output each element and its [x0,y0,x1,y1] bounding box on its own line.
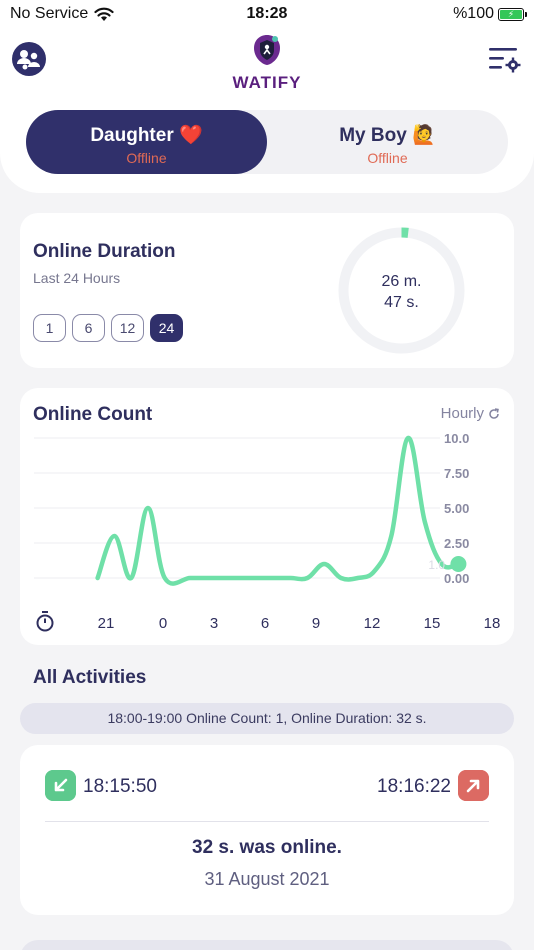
top-panel: WATIFY Daughter ❤️ Offline My Boy 🙋 Offl… [0,28,534,193]
duration-value: 26 m. 47 s. [336,271,467,313]
profile-name: My Boy 🙋 [339,125,436,146]
period-chip-12[interactable]: 12 [111,314,144,342]
battery-icon: ⚡ [498,7,527,21]
stopwatch-icon [36,611,54,632]
brand-name: WATIFY [232,73,302,92]
period-chip-1[interactable]: 1 [33,314,66,342]
period-selector: 1 6 12 24 [33,314,183,342]
y-tick-label: 7.50 [444,466,469,481]
activity-card[interactable]: 18:15:50 18:16:22 32 s. was online. 31 A… [20,745,514,915]
activity-start-time: 18:15:50 [83,776,157,797]
x-tick-label: 12 [364,615,381,632]
duration-minutes: 26 m. [381,273,422,290]
online-count-chart: 10.0 7.50 5.00 2.50 0.001.0 21 0 3 6 9 12 15 18 [34,431,501,632]
period-chip-6[interactable]: 6 [72,314,105,342]
battery-status: %100 ⚡ [453,5,527,23]
online-duration-subtitle: Last 24 Hours [33,270,121,286]
all-activities-title: All Activities [33,667,147,688]
activity-duration: 32 s. was online. [192,837,342,858]
highlight-value-label: 1.0 [428,558,445,572]
next-activity-card[interactable] [20,940,514,950]
online-duration-card: Online Duration Last 24 Hours 1 6 12 24 … [20,213,514,368]
profile-tab-daughter[interactable]: Daughter ❤️ Offline [26,110,267,174]
profile-tab-my-boy[interactable]: My Boy 🙋 Offline [267,110,508,174]
online-count-card: Online Count Hourly 10.0 7.50 5.00 2.50 0.00… [20,388,514,645]
y-tick-label: 2.50 [444,536,469,551]
x-tick-label: 6 [261,615,269,632]
activity-divider [45,821,489,822]
x-tick-label: 9 [312,615,320,632]
y-tick-label: 0.00 [444,571,469,586]
x-tick-label: 15 [424,615,441,632]
duration-seconds: 47 s. [384,294,419,311]
profile-name: Daughter ❤️ [90,125,203,146]
battery-percent: %100 [453,5,494,22]
arrow-in-icon [45,770,76,801]
y-tick-label: 10.0 [444,431,469,446]
profile-status: Offline [126,150,167,166]
period-chip-24[interactable]: 24 [150,314,183,342]
y-tick-label: 5.00 [444,501,469,516]
activity-date: 31 August 2021 [204,869,330,889]
x-tick-label: 3 [210,615,218,632]
online-duration-title: Online Duration [33,241,176,262]
arrow-out-icon [458,770,489,801]
app-logo: WATIFY [0,32,534,93]
series-line [95,435,461,586]
profile-switcher: Daughter ❤️ Offline My Boy 🙋 Offline [26,110,508,174]
activity-end-time: 18:16:22 [377,776,451,797]
status-bar: No Service 18:28 %100 ⚡ [0,0,534,28]
highlight-point [450,556,467,572]
profile-status: Offline [367,150,408,166]
settings-menu-icon[interactable] [486,44,522,76]
hour-summary: 18:00-19:00 Online Count: 1, Online Dura… [20,703,514,734]
x-tick-label: 0 [159,615,167,632]
watify-logo-icon [254,35,280,65]
x-tick-label: 21 [98,615,115,632]
x-tick-label: 18 [484,615,501,632]
